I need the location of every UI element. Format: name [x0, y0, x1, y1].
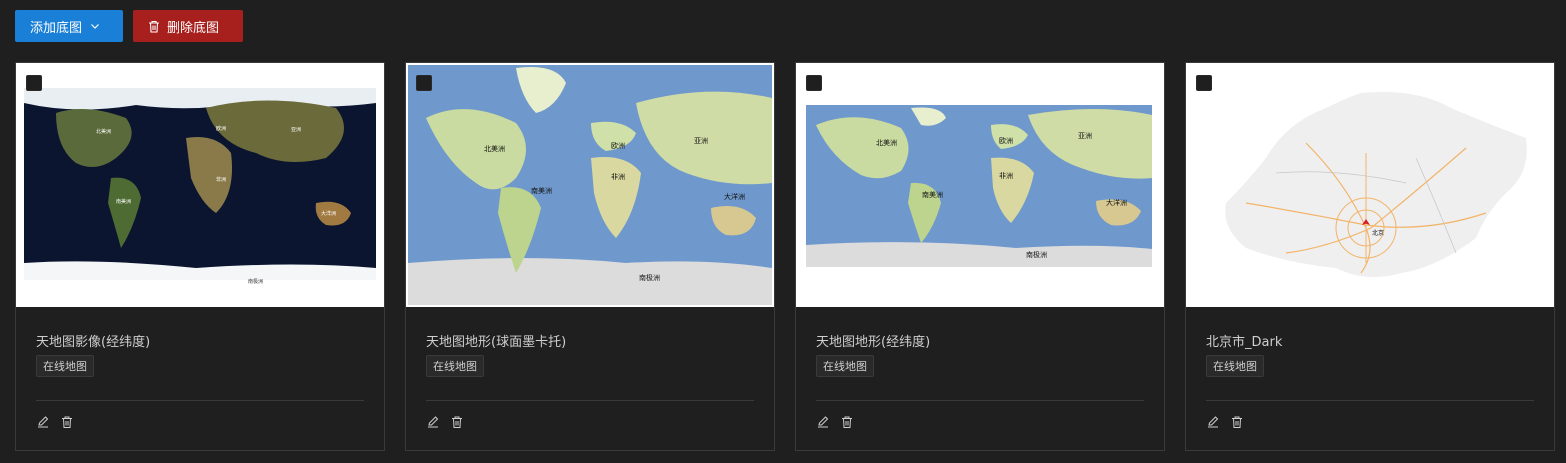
- edit-icon[interactable]: [1206, 415, 1220, 429]
- map-label-asia: 亚洲: [1078, 132, 1092, 140]
- basemap-card[interactable]: 北美洲 南美洲 欧洲 非洲 亚洲 大洋洲 南极洲 天地图地形(经纬度) 在线地图: [795, 62, 1165, 451]
- chevron-down-icon: [90, 21, 100, 31]
- trash-icon: [148, 20, 160, 33]
- online-map-tag: 在线地图: [426, 355, 484, 377]
- card-divider: [816, 400, 1144, 401]
- select-checkbox[interactable]: [26, 75, 42, 91]
- card-title: 北京市_Dark: [1206, 335, 1283, 350]
- card-divider: [1206, 400, 1534, 401]
- card-divider: [426, 400, 754, 401]
- edit-icon[interactable]: [426, 415, 440, 429]
- card-divider: [36, 400, 364, 401]
- online-map-tag: 在线地图: [816, 355, 874, 377]
- terrain-latlon-map-image: 北美洲 南美洲 欧洲 非洲 亚洲 大洋洲 南极洲: [796, 63, 1164, 307]
- map-label-north-america: 北美洲: [484, 144, 505, 153]
- select-checkbox[interactable]: [806, 75, 822, 91]
- delete-icon[interactable]: [1230, 415, 1244, 429]
- map-label-north-america: 北美洲: [876, 138, 897, 147]
- edit-icon[interactable]: [36, 415, 50, 429]
- add-basemap-button[interactable]: 添加底图: [15, 10, 123, 42]
- map-label-antarctica: 南极洲: [1026, 250, 1047, 259]
- add-basemap-label: 添加底图: [30, 20, 83, 36]
- map-label-africa: 非洲: [611, 172, 625, 181]
- map-thumbnail[interactable]: 北京: [1186, 63, 1554, 307]
- card-actions: [816, 415, 854, 429]
- edit-icon[interactable]: [816, 415, 830, 429]
- map-label-beijing: 北京: [1372, 229, 1384, 237]
- delete-basemap-label: 删除底图: [167, 20, 220, 36]
- map-label-antarctica: 南极洲: [248, 278, 263, 285]
- map-label-south-america: 南美洲: [922, 190, 943, 199]
- map-thumbnail[interactable]: 北美洲 南美洲 欧洲 非洲 亚洲 大洋洲 南极洲: [16, 63, 384, 307]
- delete-icon[interactable]: [840, 415, 854, 429]
- card-title: 天地图影像(经纬度): [36, 335, 151, 350]
- basemap-card[interactable]: 北京 北京市_Dark 在线地图: [1185, 62, 1555, 451]
- map-label-europe: 欧洲: [611, 141, 625, 150]
- map-thumbnail[interactable]: 北美洲 南美洲 欧洲 非洲 亚洲 大洋洲 南极洲: [796, 63, 1164, 307]
- map-label-oceania: 大洋洲: [321, 210, 336, 217]
- map-label-oceania: 大洋洲: [724, 192, 745, 201]
- delete-basemap-button[interactable]: 删除底图: [133, 10, 243, 42]
- map-label-africa: 非洲: [216, 176, 226, 183]
- card-actions: [1206, 415, 1244, 429]
- card-title: 天地图地形(经纬度): [816, 335, 931, 350]
- terrain-mercator-map-image: 北美洲 南美洲 欧洲 非洲 亚洲 大洋洲 南极洲: [406, 63, 774, 307]
- basemap-card[interactable]: 北美洲 南美洲 欧洲 非洲 亚洲 大洋洲 南极洲 天地图影像(经纬度) 在线地图: [15, 62, 385, 451]
- map-label-south-america: 南美洲: [116, 198, 131, 205]
- map-label-south-america: 南美洲: [531, 186, 552, 195]
- map-thumbnail[interactable]: 北美洲 南美洲 欧洲 非洲 亚洲 大洋洲 南极洲: [406, 63, 774, 307]
- delete-icon[interactable]: [60, 415, 74, 429]
- card-actions: [426, 415, 464, 429]
- select-checkbox[interactable]: [416, 75, 432, 91]
- online-map-tag: 在线地图: [36, 355, 94, 377]
- map-label-africa: 非洲: [999, 171, 1013, 180]
- basemap-card[interactable]: 北美洲 南美洲 欧洲 非洲 亚洲 大洋洲 南极洲 天地图地形(球面墨卡托) 在线…: [405, 62, 775, 451]
- map-label-europe: 欧洲: [216, 125, 226, 132]
- card-title: 天地图地形(球面墨卡托): [426, 335, 567, 350]
- online-map-tag: 在线地图: [1206, 355, 1264, 377]
- map-label-north-america: 北美洲: [96, 128, 111, 135]
- map-label-europe: 欧洲: [999, 136, 1013, 145]
- delete-icon[interactable]: [450, 415, 464, 429]
- satellite-map-image: 北美洲 南美洲 欧洲 非洲 亚洲 大洋洲 南极洲: [16, 63, 384, 307]
- map-label-antarctica: 南极洲: [639, 273, 660, 282]
- beijing-map-image: 北京: [1186, 63, 1554, 307]
- map-label-oceania: 大洋洲: [1106, 198, 1127, 207]
- map-label-asia: 亚洲: [694, 137, 708, 145]
- map-label-asia: 亚洲: [291, 127, 301, 133]
- card-actions: [36, 415, 74, 429]
- select-checkbox[interactable]: [1196, 75, 1212, 91]
- toolbar: 添加底图 删除底图: [15, 10, 243, 42]
